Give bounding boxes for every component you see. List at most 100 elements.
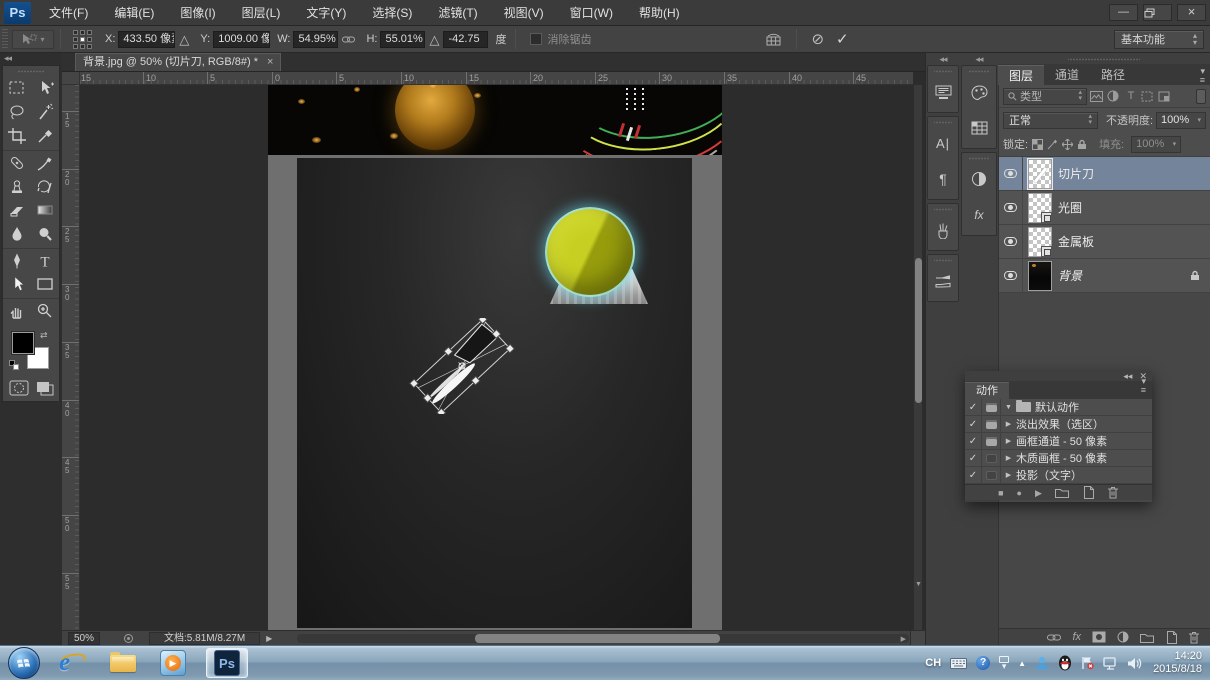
eyedropper-tool[interactable] [31,124,59,148]
hand-tool[interactable] [3,298,31,322]
quick-mask-button[interactable] [9,380,29,396]
character-panel-icon[interactable]: A| [928,125,958,161]
record-icon[interactable]: ● [1017,487,1022,499]
warp-mode-icon[interactable] [765,32,782,47]
rectangle-tool[interactable] [31,272,59,296]
taskbar-clock[interactable]: 14:20 2015/8/18 [1153,650,1202,676]
vertical-scrollbar-thumb[interactable] [915,258,922,403]
gradient-tool[interactable] [31,198,59,222]
menu-编辑[interactable]: 编辑(E) [101,0,167,26]
reference-point-locator[interactable] [73,30,92,49]
layer-row-金属板[interactable]: 金属板 [999,225,1210,259]
menu-选择[interactable]: 选择(S) [359,0,425,26]
swap-colors-icon[interactable]: ⇄ [40,330,48,341]
tab-close-icon[interactable]: × [267,54,273,71]
history-brush-tool[interactable] [31,174,59,198]
new-layer-icon[interactable] [1165,631,1177,644]
dodge-tool[interactable] [31,222,59,246]
paragraph-panel-icon[interactable]: ¶ [928,161,958,197]
group-icon[interactable] [1140,632,1154,643]
qq-icon[interactable] [1058,655,1072,671]
action-check-icon[interactable]: ✓ [965,416,982,432]
commit-transform-icon[interactable]: ✓ [836,33,849,46]
panel-drag-handle[interactable] [1068,55,1140,64]
link-dimensions-icon[interactable] [342,34,355,45]
close-button[interactable]: × [1177,4,1206,21]
collapse-panels-icon[interactable]: ◂◂ [927,55,959,65]
brush-tool[interactable] [31,150,59,174]
tab-路径[interactable]: 路径 [1090,65,1136,85]
rotation-input[interactable]: -42.75 [443,31,488,48]
swatches-panel-icon[interactable] [962,110,996,146]
panel-menu-icon[interactable]: ▾≡ [1200,67,1205,85]
panel-menu-icon[interactable]: ▾≡ [1141,377,1146,395]
action-dialog-toggle[interactable] [982,433,1001,449]
new-action-icon[interactable] [1082,486,1094,499]
keyboard-icon[interactable] [950,658,967,669]
layer-row-光圈[interactable]: 光圈 [999,191,1210,225]
move-tool[interactable] [31,76,59,100]
menu-文字[interactable]: 文字(Y) [293,0,359,26]
menu-视图[interactable]: 视图(V) [491,0,557,26]
delete-icon[interactable] [1188,631,1200,644]
collapse-tools-icon[interactable]: ◂◂ [0,53,62,64]
adobe-drive-icon[interactable] [124,634,133,643]
action-dialog-toggle[interactable] [982,467,1001,483]
action-center-flag-icon[interactable] [1081,656,1094,670]
lock-all-icon[interactable] [1077,139,1087,150]
filter-on-off-toggle[interactable] [1196,89,1206,104]
path-selection-tool[interactable] [3,272,31,296]
collapse-panel-icon[interactable]: ◂◂ [1123,372,1132,381]
vertical-ruler[interactable]: 152025303540455055 [62,85,80,630]
y-input[interactable]: 1009.00 像素 [213,31,270,48]
lock-pixels-icon[interactable] [1047,139,1058,150]
menu-滤镜[interactable]: 滤镜(T) [425,0,490,26]
action-dialog-toggle[interactable] [982,399,1001,415]
rectangular-marquee-tool[interactable] [3,76,31,100]
magic-wand-tool[interactable] [31,100,59,124]
history-panel-icon[interactable] [928,74,958,110]
styles-panel-icon[interactable]: fx [962,197,996,233]
default-colors-icon[interactable] [9,360,20,371]
menu-帮助[interactable]: 帮助(H) [626,0,693,26]
brush-presets-panel-icon[interactable] [928,263,958,299]
zoom-tool[interactable] [31,298,59,322]
filter-type-layers-icon[interactable]: T [1124,90,1138,102]
visibility-cell[interactable] [999,191,1023,224]
scroll-right-icon[interactable]: ▶ [901,635,906,643]
fill-input[interactable]: 100%▾ [1131,136,1181,153]
horizontal-ruler[interactable]: 1510505101520253035404550 [80,72,913,85]
x-input[interactable]: 433.50 像素 [118,31,175,48]
width-input[interactable]: 54.95% [293,31,338,48]
start-button[interactable] [8,647,40,679]
eye-icon[interactable] [1004,237,1017,246]
action-check-icon[interactable]: ✓ [965,450,982,466]
menu-图层[interactable]: 图层(L) [229,0,294,26]
options-bar-handle[interactable] [2,29,8,49]
restore-button[interactable] [1143,4,1172,21]
adjustments-panel-icon[interactable] [962,161,996,197]
eraser-tool[interactable] [3,198,31,222]
clone-stamp-tool[interactable] [3,174,31,198]
blend-mode-dropdown[interactable]: 正常▴▾ [1003,112,1098,129]
eye-icon[interactable] [1004,203,1017,212]
stop-icon[interactable]: ■ [998,487,1003,499]
expander-icon[interactable]: ▶ [1001,454,1016,462]
link-layers-icon[interactable] [1047,633,1061,642]
action-row[interactable]: ✓▼默认动作 [965,399,1152,416]
blur-tool[interactable] [3,222,31,246]
layer-thumbnail[interactable] [1028,261,1052,291]
layer-thumbnail[interactable] [1028,227,1052,257]
brushes-panel-icon[interactable] [928,212,958,248]
action-row[interactable]: ✓▶投影（文字） [965,467,1152,484]
action-row[interactable]: ✓▶画框通道 - 50 像素 [965,433,1152,450]
visibility-cell[interactable] [999,157,1023,190]
canvas[interactable] [80,85,913,630]
type-tool[interactable]: T [31,248,59,272]
action-check-icon[interactable]: ✓ [965,399,982,415]
healing-brush-tool[interactable] [3,150,31,174]
expander-icon[interactable]: ▶ [1001,437,1016,445]
relative-position-icon[interactable]: △ [179,33,189,46]
antialias-checkbox[interactable] [530,33,542,45]
toolbar-drag-handle[interactable] [17,68,45,75]
